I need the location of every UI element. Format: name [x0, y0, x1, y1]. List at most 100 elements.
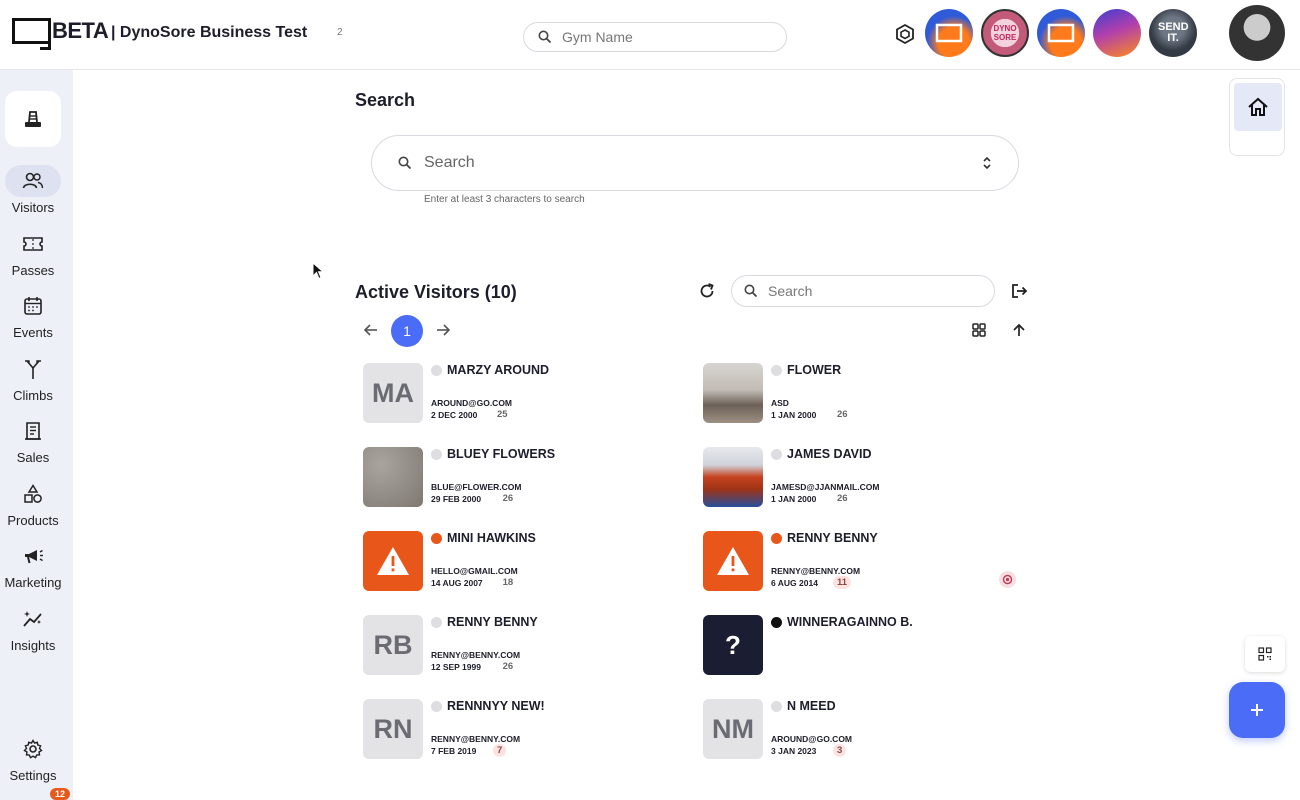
sidebar-item-climbs[interactable]: Climbs — [0, 353, 66, 403]
logout-icon[interactable] — [1010, 282, 1028, 300]
status-dot — [771, 617, 782, 628]
scale-icon — [25, 111, 41, 127]
sidebar-item-label: Marketing — [4, 575, 62, 590]
gym-title: | DynoSore Business Test — [111, 24, 308, 41]
gym-avatar[interactable] — [1037, 9, 1085, 57]
visitor-age: 3 — [833, 744, 847, 757]
visitor-email: JAMESD@JJANMAIL.COM — [771, 482, 880, 492]
arrow-up-icon[interactable] — [1011, 322, 1027, 338]
active-visitors-search[interactable] — [731, 275, 995, 307]
visitor-name: RENNY BENNY — [787, 531, 878, 545]
sidebar-item-marketing[interactable]: Marketing — [0, 540, 66, 590]
visitor-email: RENNY@BENNY.COM — [431, 650, 521, 660]
visitor-dob: 14 AUG 2007 — [431, 578, 483, 588]
visitor-photo — [363, 447, 423, 507]
visitor-card[interactable]: RENNY BENNY RENNY@BENNY.COM 6 AUG 2014 11 — [703, 531, 1003, 595]
chevron-updown-icon[interactable] — [982, 154, 992, 172]
visitor-email: RENNY@BENNY.COM — [431, 734, 521, 744]
visitor-search-input[interactable] — [424, 154, 964, 172]
sidebar-item-label: Events — [13, 325, 53, 340]
qr-scan-button[interactable] — [1245, 636, 1285, 672]
gym-avatar[interactable] — [925, 9, 973, 57]
sidebar-item-passes[interactable]: Passes — [0, 228, 66, 278]
visitor-card[interactable]: NM N MEED AROUND@GO.COM 3 JAN 2023 3 — [703, 699, 1003, 763]
gym-search[interactable] — [523, 22, 787, 52]
sidebar-item-label: Climbs — [13, 388, 53, 403]
visitor-card[interactable]: MA MARZY AROUND AROUND@GO.COM 2 DEC 2000 25 — [363, 363, 663, 427]
scale-button[interactable] — [5, 91, 61, 147]
visitor-age: 7 — [493, 744, 507, 757]
visitor-email: HELLO@GMAIL.COM — [431, 566, 518, 576]
visitor-age: 18 — [502, 577, 514, 588]
active-visitors-search-input[interactable] — [768, 283, 968, 299]
status-dot — [431, 449, 442, 460]
visitor-card[interactable]: RN RENNNYY NEW! RENNY@BENNY.COM 7 FEB 2019 7 — [363, 699, 663, 763]
visitor-card[interactable]: JAMES DAVID JAMESD@JJANMAIL.COM 1 JAN 2000… — [703, 447, 1003, 511]
ticket-icon — [5, 228, 61, 260]
visitor-dob: 2 DEC 2000 — [431, 410, 478, 420]
visitor-name: BLUEY FLOWERS — [447, 447, 556, 461]
visitor-age: 25 — [497, 409, 508, 420]
arrow-left-icon[interactable] — [363, 322, 379, 338]
status-dot — [431, 533, 442, 544]
visitor-card[interactable]: BLUEY FLOWERS BLUE@FLOWER.COM 29 FEB 2000 2… — [363, 447, 663, 511]
users-icon — [5, 165, 61, 197]
gym-count: 2 — [337, 27, 343, 38]
visitor-name: RENNY BENNY — [447, 615, 538, 629]
status-dot — [771, 449, 782, 460]
logo[interactable]: BETA — [12, 18, 109, 50]
visitor-dob: 29 FEB 2000 — [431, 494, 482, 504]
arrow-right-icon[interactable] — [435, 322, 451, 338]
visitor-photo — [703, 363, 763, 423]
grid-view-icon[interactable] — [971, 322, 987, 338]
megaphone-icon — [5, 540, 61, 572]
status-dot — [771, 701, 782, 712]
sidebar-item-events[interactable]: Events — [0, 290, 66, 340]
sidebar-item-label: Sales — [16, 450, 50, 465]
visitor-card[interactable]: RB RENNY BENNY RENNY@BENNY.COM 12 SEP 1999 2… — [363, 615, 663, 679]
home-button[interactable] — [1234, 83, 1282, 131]
visitor-email: AROUND@GO.COM — [431, 398, 513, 408]
add-button[interactable] — [1229, 682, 1285, 738]
gym-search-input[interactable] — [562, 29, 762, 45]
home-icon — [1248, 97, 1268, 116]
sidebar-item-insights[interactable]: Insights — [0, 603, 66, 653]
route-icon — [5, 353, 61, 385]
climb-icon[interactable] — [999, 571, 1016, 588]
bracket-logo-icon — [1047, 23, 1075, 43]
bracket-logo-icon — [935, 23, 963, 43]
visitor-initials: MA — [363, 363, 423, 423]
warning-icon — [363, 531, 423, 591]
visitor-dob: 3 JAN 2023 — [771, 746, 817, 756]
gym-avatar-label: DYNO SORE — [993, 24, 1017, 42]
sidebar: Visitors Passes Events Climbs Sales Prod… — [0, 70, 73, 800]
visitor-search[interactable] — [371, 135, 1019, 191]
status-dot — [771, 365, 782, 376]
shapes-icon — [5, 478, 61, 510]
sidebar-item-products[interactable]: Products — [0, 478, 66, 528]
visitor-card[interactable]: ? WINNERAGAINNO B. — [703, 615, 1003, 679]
sidebar-item-settings[interactable]: Settings — [0, 733, 66, 783]
active-visitors-title: Active Visitors (10) — [355, 282, 517, 302]
user-avatar[interactable] — [1229, 5, 1285, 61]
visitor-dob: 1 JAN 2000 — [771, 410, 817, 420]
receipt-icon — [5, 415, 61, 447]
gear-icon — [5, 733, 61, 765]
sidebar-item-visitors[interactable]: Visitors — [0, 165, 66, 215]
warning-icon — [703, 531, 763, 591]
search-icon — [398, 156, 412, 170]
visitor-card[interactable]: FLOWER ASD 1 JAN 2000 26 — [703, 363, 1003, 427]
visitor-card[interactable]: MINI HAWKINS HELLO@GMAIL.COM 14 AUG 2007 18 — [363, 531, 663, 595]
gym-avatar-label: SEND IT. — [1158, 21, 1189, 44]
gym-avatar[interactable]: DYNO SORE — [981, 9, 1029, 57]
sidebar-item-sales[interactable]: Sales — [0, 415, 66, 465]
visitor-dob: 1 JAN 2000 — [771, 494, 817, 504]
visitor-email: RENNY@BENNY.COM — [771, 566, 861, 576]
gym-avatar[interactable] — [1093, 9, 1141, 57]
cube-icon[interactable] — [894, 23, 916, 45]
plus-icon — [1251, 704, 1263, 716]
gym-avatar[interactable]: SEND IT. — [1149, 9, 1197, 57]
visitor-dob: 7 FEB 2019 — [431, 746, 477, 756]
page-button[interactable]: 1 — [391, 315, 423, 347]
refresh-icon[interactable] — [698, 282, 716, 300]
